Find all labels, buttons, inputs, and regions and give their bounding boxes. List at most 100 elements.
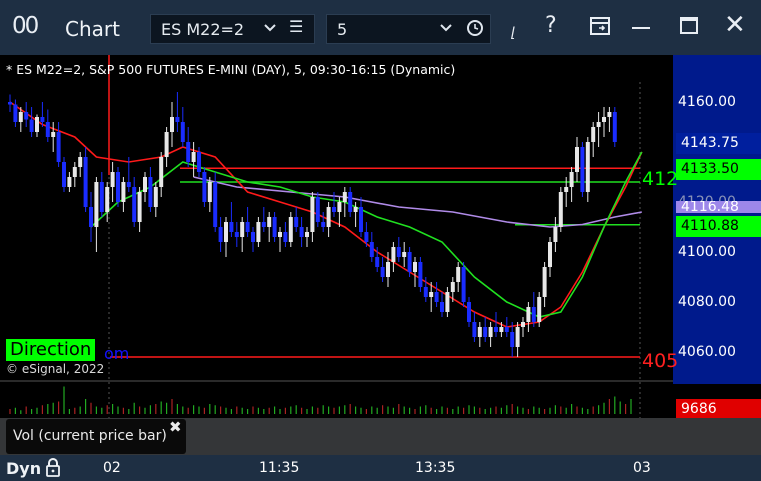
volume-bar [425, 405, 427, 414]
volume-bar [441, 406, 443, 414]
volume-bar [549, 407, 551, 414]
lock-icon[interactable] [45, 458, 60, 477]
time-label: 02 [103, 460, 121, 476]
volume-bar [236, 406, 238, 414]
candle-body [521, 322, 525, 327]
price-tick: 4100.00 [678, 244, 736, 260]
candle-body [51, 132, 56, 137]
candle-body [440, 302, 444, 312]
candle-body [218, 227, 223, 242]
close-icon[interactable]: ✖ [169, 418, 182, 436]
volume-bar [117, 406, 119, 414]
menu-icon[interactable]: ☰ [289, 17, 303, 36]
help-icon[interactable]: ? [545, 13, 557, 38]
candle-body [429, 292, 434, 297]
candle-body [170, 117, 174, 132]
chart-header: * ES M22=2, S&P 500 FUTURES E-MINI (DAY)… [6, 62, 456, 77]
candle-body [164, 132, 169, 157]
volume-bar [209, 404, 211, 414]
volume-bar [565, 407, 567, 414]
time-label: 03 [633, 460, 651, 476]
volume-bar [58, 401, 60, 414]
volume-bar [592, 406, 594, 414]
volume-bar [376, 407, 378, 414]
export-icon[interactable] [589, 16, 610, 36]
candle-body [537, 297, 542, 322]
volume-bar [193, 405, 195, 414]
volume-bar [355, 406, 357, 414]
candle-body [116, 172, 120, 202]
candle-body [78, 157, 83, 167]
volume-bar [473, 406, 475, 414]
candle-body [191, 152, 196, 162]
volume-bar [587, 409, 589, 414]
candle-body [283, 232, 288, 242]
candle-body [515, 327, 520, 347]
maximize-icon[interactable] [680, 17, 698, 34]
candle-body [461, 267, 466, 302]
volume-bar [409, 407, 411, 414]
candle-body [580, 147, 585, 192]
volume-bar [500, 407, 502, 414]
volume-bar [279, 409, 281, 414]
candle-body [143, 177, 147, 192]
dynamic-mode-label[interactable]: Dyn [6, 459, 41, 478]
volume-bar [41, 405, 43, 414]
volume-bar [311, 406, 313, 414]
purple-ma-badge: 4116.48 [676, 201, 761, 213]
volume-bar [214, 405, 216, 414]
volume-bar [274, 406, 276, 414]
candle-body [526, 307, 531, 322]
volume-bar [122, 407, 124, 414]
direction-label-tail: om [104, 344, 130, 363]
volume-bar [295, 405, 297, 414]
interval-input[interactable]: 5 [326, 14, 491, 44]
candle-body [553, 227, 558, 242]
volume-bar [544, 409, 546, 414]
candle-body [445, 292, 450, 312]
candle-body [467, 302, 471, 322]
volume-bar [149, 405, 151, 414]
candle-body [450, 282, 455, 292]
volume-bar [576, 406, 578, 414]
volume-bar [252, 406, 254, 414]
volume-bar [85, 399, 87, 414]
candle-body [94, 182, 99, 227]
volume-bar [511, 404, 513, 414]
candle-body [229, 222, 234, 232]
volume-bar [619, 401, 621, 414]
volume-bar [479, 407, 481, 414]
volume-bar [139, 406, 141, 414]
volume-bar [263, 409, 265, 414]
volume-bar [257, 407, 259, 414]
close-icon[interactable]: ✕ [724, 10, 746, 40]
volume-bar [338, 406, 340, 414]
volume-bar [101, 407, 103, 414]
draw-icon[interactable]: ⌊ [511, 25, 516, 41]
volume-bar [220, 406, 222, 414]
symbol-input[interactable]: ES M22=2 ☰ [150, 14, 315, 44]
candle-body [175, 117, 180, 122]
candle-body [305, 232, 309, 237]
candle-body [62, 162, 66, 187]
chevron-down-icon[interactable] [263, 18, 277, 42]
candle-body [240, 222, 245, 237]
candle-body [612, 112, 617, 142]
time-label: 11:35 [259, 460, 300, 476]
volume-bar [554, 405, 556, 414]
candle-body [548, 242, 552, 267]
candle-body [89, 207, 93, 227]
candle-body [67, 177, 72, 187]
volume-bar [20, 410, 22, 414]
restore-icon[interactable] [632, 27, 650, 29]
volume-bar [68, 409, 70, 414]
candle-body [575, 147, 579, 172]
price-tick: 4160.00 [678, 94, 736, 110]
volume-bar [247, 409, 249, 414]
clock-icon[interactable] [466, 17, 484, 41]
chevron-down-icon[interactable] [439, 18, 453, 42]
volume-bar [414, 409, 416, 414]
volume-bar [581, 407, 583, 414]
volume-bar [225, 407, 227, 414]
symbol-value: ES M22=2 [161, 20, 245, 39]
